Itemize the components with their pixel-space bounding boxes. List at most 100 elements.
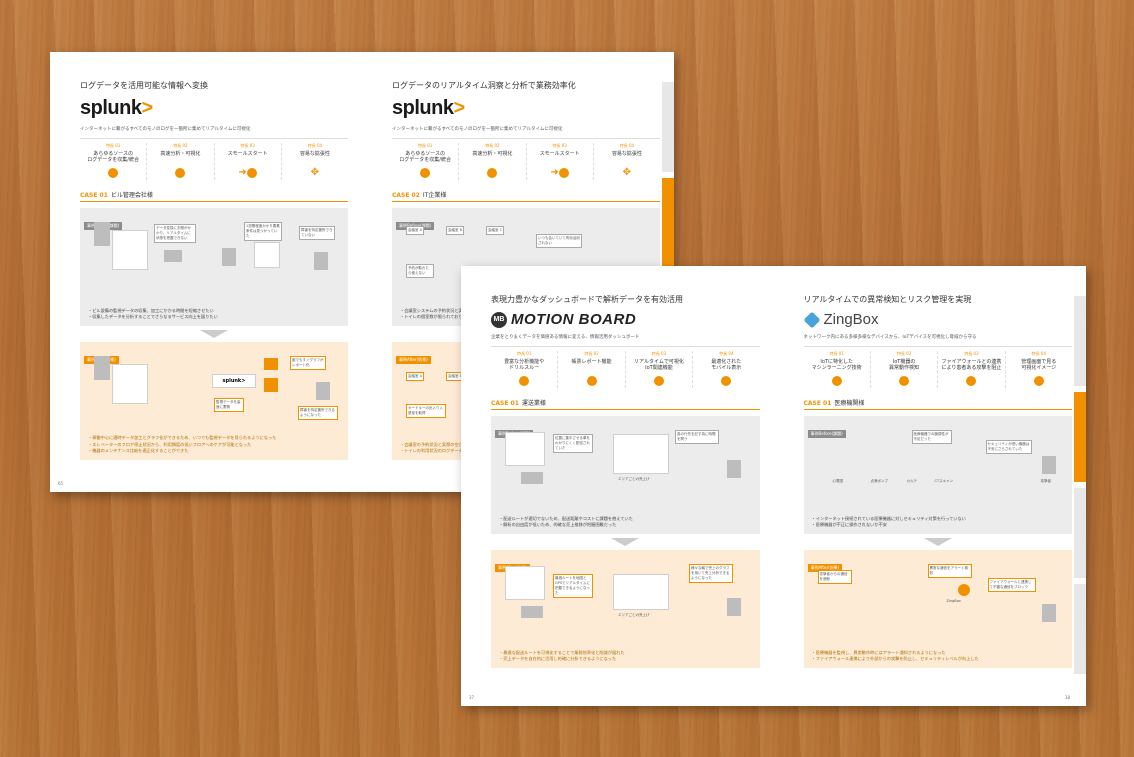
dashboard-icon [1029, 374, 1049, 388]
building-icon [94, 356, 110, 380]
feature-4: 特長 04 容易な拡張性 ✥ [611, 143, 642, 178]
page-number: 38 [1064, 695, 1070, 700]
subtitle: インターネットに繋がるすべてのモノのログを一箇所に集めてリアルタイムに可視化 [80, 127, 251, 132]
line-chart [613, 574, 669, 610]
before-diagram: 位置に集中させる車をわかりにくく配送されていた 各の行先を記す為に時間を問う エ… [505, 430, 746, 498]
after-bullets: ・稼働中心に適時データ加工とグラフ化ができるため、いつでも監視データを見られるよ… [88, 434, 277, 454]
case-after-box: 事例After(効果) 異常な通信をアラート検知 攻撃者からの通信を遮断 ファイ… [803, 550, 1072, 668]
person-icon [727, 460, 741, 478]
case-title: CASE 01 医療機関様 [803, 398, 1072, 410]
analytics-icon [170, 166, 190, 180]
splunk-logo: splunk> [80, 97, 153, 119]
down-arrow-icon [200, 330, 228, 338]
page-number: 65 [58, 481, 64, 486]
feature-row: 特長 01 IoTに特化した マシンラーニング技術 特長 02 IoT機器の 異常動… [803, 346, 1072, 388]
down-arrow-icon [611, 538, 640, 546]
drill-icon [514, 374, 534, 388]
case-after-box: 事例After(効果) 最適ルートを地図とGPSでリアルタイムに把握できるように… [491, 550, 760, 668]
case-after-box: 事例After(効果) splunk> 誰でもすぐグラフがレポート化 監視データ… [80, 342, 348, 460]
subtitle: インターネットに繋がるすべてのモノのログを一箇所に集めてリアルタイムに可視化 [392, 127, 563, 132]
zingbox-spread: リアルタイムでの異常検知とリスク管理を実現 ZingBox ネットワーク内にある… [774, 266, 1087, 706]
feature-1: 特長 01 IoTに特化した マシンラーニング技術 [804, 351, 871, 388]
feature-row: 特長 01 あらゆるソースの ログデータを収集/統合 特長 02 高速分析・可視化 … [392, 138, 660, 180]
attacker-icon [1041, 604, 1056, 622]
down-arrow-icon [923, 538, 952, 546]
person-icon [314, 252, 328, 270]
splunk-box: splunk> [212, 374, 256, 388]
feature-4: 特長 04 最適化された モバイル表示 [693, 351, 759, 388]
sensor-panel [112, 230, 148, 270]
zingbox-logo: ZingBox [803, 311, 1073, 328]
expand-icon: ✥ [310, 167, 320, 178]
before-diagram: 医療機器での脆弱性が不足だった セキュリティが低い機器は不安にさらされていた 心… [818, 430, 1059, 498]
after-diagram: 最適ルートを地図とGPSでリアルタイムに把握できるようになった 様々な軸で売上の… [505, 564, 746, 632]
feature-4: 特長 04 管理画面で見る 可視化イメージ [1006, 351, 1072, 388]
start-arrow-icon: ➜ [550, 166, 570, 180]
map-icon [505, 432, 545, 466]
feature-3: 特長 03 ファイアウォールとの連携 により患者ある攻撃を阻止 [938, 351, 1006, 388]
zingbox-mark-icon [803, 311, 820, 328]
line-chart [613, 434, 669, 474]
feature-3: 特長 03 スモールスタート ➜ [527, 143, 594, 180]
before-diagram: データ変換に手間がかかり、リアルタイムに状態を把握できない 1週間程度かかり要素… [94, 222, 335, 290]
after-diagram: 異常な通信をアラート検知 攻撃者からの通信を遮断 ファイアウォールと連携して不審… [817, 564, 1059, 632]
case-title: CASE 01 運送業様 [491, 398, 760, 410]
firewall-icon [961, 374, 981, 388]
person-icon [727, 598, 741, 616]
attacker-icon [1041, 456, 1056, 474]
sensor-panel [112, 364, 148, 404]
chart-icon [264, 358, 278, 370]
headline: 表現力豊かなダッシュボードで解析データを有効活用 [491, 295, 683, 304]
feature-row: 特長 01 あらゆるソースの ログデータを収集/統合 特長 02 高速分析・可視化 … [80, 138, 348, 180]
side-tab-active [662, 178, 674, 268]
monitor-icon [164, 250, 182, 262]
start-arrow-icon: ➜ [238, 166, 258, 180]
before-bullets: ・ビル設備の監視データの収集、加工にかかる時間を短縮させたい ・収集したデータを… [88, 307, 218, 320]
headline: リアルタイムでの異常検知とリスク管理を実現 [803, 295, 972, 304]
motionboard-spread: 表現力豊かなダッシュボードで解析データを有効活用 MB MOTION BOARD … [461, 266, 774, 706]
iot-alert-icon [894, 374, 914, 388]
database-icon [222, 248, 236, 266]
expand-icon: ✥ [622, 167, 632, 178]
feature-3: 特長 03 リアルタイムで可視化 IoT関連機能 [626, 351, 694, 388]
brochure-page-front: 表現力豊かなダッシュボードで解析データを有効活用 MB MOTION BOARD … [461, 266, 1086, 706]
after-bullets: ・医療機器を監視し、異常動作時にはアラート通知されるようになった ・ファイアウォ… [811, 649, 979, 662]
case-before-box: 事例Before(課題) データ変換に手間がかかり、リアルタイムに状態を把握でき… [80, 208, 348, 326]
before-bullets: ・インターネット接続されている医療機器に対しセキュリティ対策を行っていない ・医… [811, 515, 966, 528]
mobile-icon [716, 374, 736, 388]
headline: ログデータを活用可能な情報へ変換 [80, 81, 208, 90]
headline: ログデータのリアルタイム洞察と分析で業務効率化 [392, 81, 576, 90]
person-icon [316, 382, 330, 400]
report-stack-icon [254, 242, 280, 268]
after-diagram: splunk> 誰でもすぐグラフがレポート化 監視データを高速に蓄積 障害を特定… [94, 356, 338, 424]
realtime-eye-icon [649, 374, 669, 388]
gear-icon [264, 378, 278, 392]
subtitle: ネットワーク内にある多様多様なデバイスから、IoTデバイスを可視化し脅威から守る [803, 335, 977, 340]
case-before-box: 事例Before(課題) 位置に集中させる車をわかりにくく配送されていた 各の行… [491, 416, 760, 534]
splunk-spread-left: ログデータを活用可能な情報へ変換 splunk> インターネットに繋がるすべての… [50, 52, 362, 492]
feature-2: 特長 02 IoT機器の 異常動作検知 [871, 351, 939, 388]
motionboard-logo: MB MOTION BOARD [491, 311, 760, 328]
building-icon [94, 222, 110, 246]
alert-icon [957, 584, 970, 596]
feature-4: 特長 04 容易な拡張性 ✥ [299, 143, 330, 178]
before-bullets: ・配送ルートが適切でないため、配送距離やコストに課題を抱えていた ・解析の自由度… [499, 515, 633, 528]
truck-icon [521, 606, 543, 618]
feature-1: 特長 01 あらゆるソースの ログデータを収集/統合 [392, 143, 460, 180]
after-bullets: ・最適な配送ルートを可視化することで業務効率化と削減が図れた ・売上データを自在… [499, 649, 625, 662]
feature-3: 特長 03 スモールスタート ➜ [215, 143, 282, 180]
side-tab-active [1074, 392, 1086, 482]
report-icon [582, 374, 602, 388]
analytics-icon [482, 166, 502, 180]
side-tabs [1074, 296, 1086, 680]
feature-1: 特長 01 あらゆるソースの ログデータを収集/統合 [80, 143, 148, 180]
case-title: CASE 01 ビル管理会社様 [80, 190, 348, 202]
feature-row: 特長 01 豊富な分析機能や ドリルスルー 特長 02 帳票レポート機能 特長 03… [491, 346, 760, 388]
feature-2: 特長 02 高速分析・可視化 [147, 143, 215, 180]
brain-icon [827, 374, 847, 388]
page-number: 37 [469, 695, 475, 700]
feature-2: 特長 02 高速分析・可視化 [459, 143, 527, 180]
case-title: CASE 02 IT企業様 [392, 190, 660, 202]
map-icon [505, 566, 545, 600]
data-collect-icon [415, 166, 435, 180]
